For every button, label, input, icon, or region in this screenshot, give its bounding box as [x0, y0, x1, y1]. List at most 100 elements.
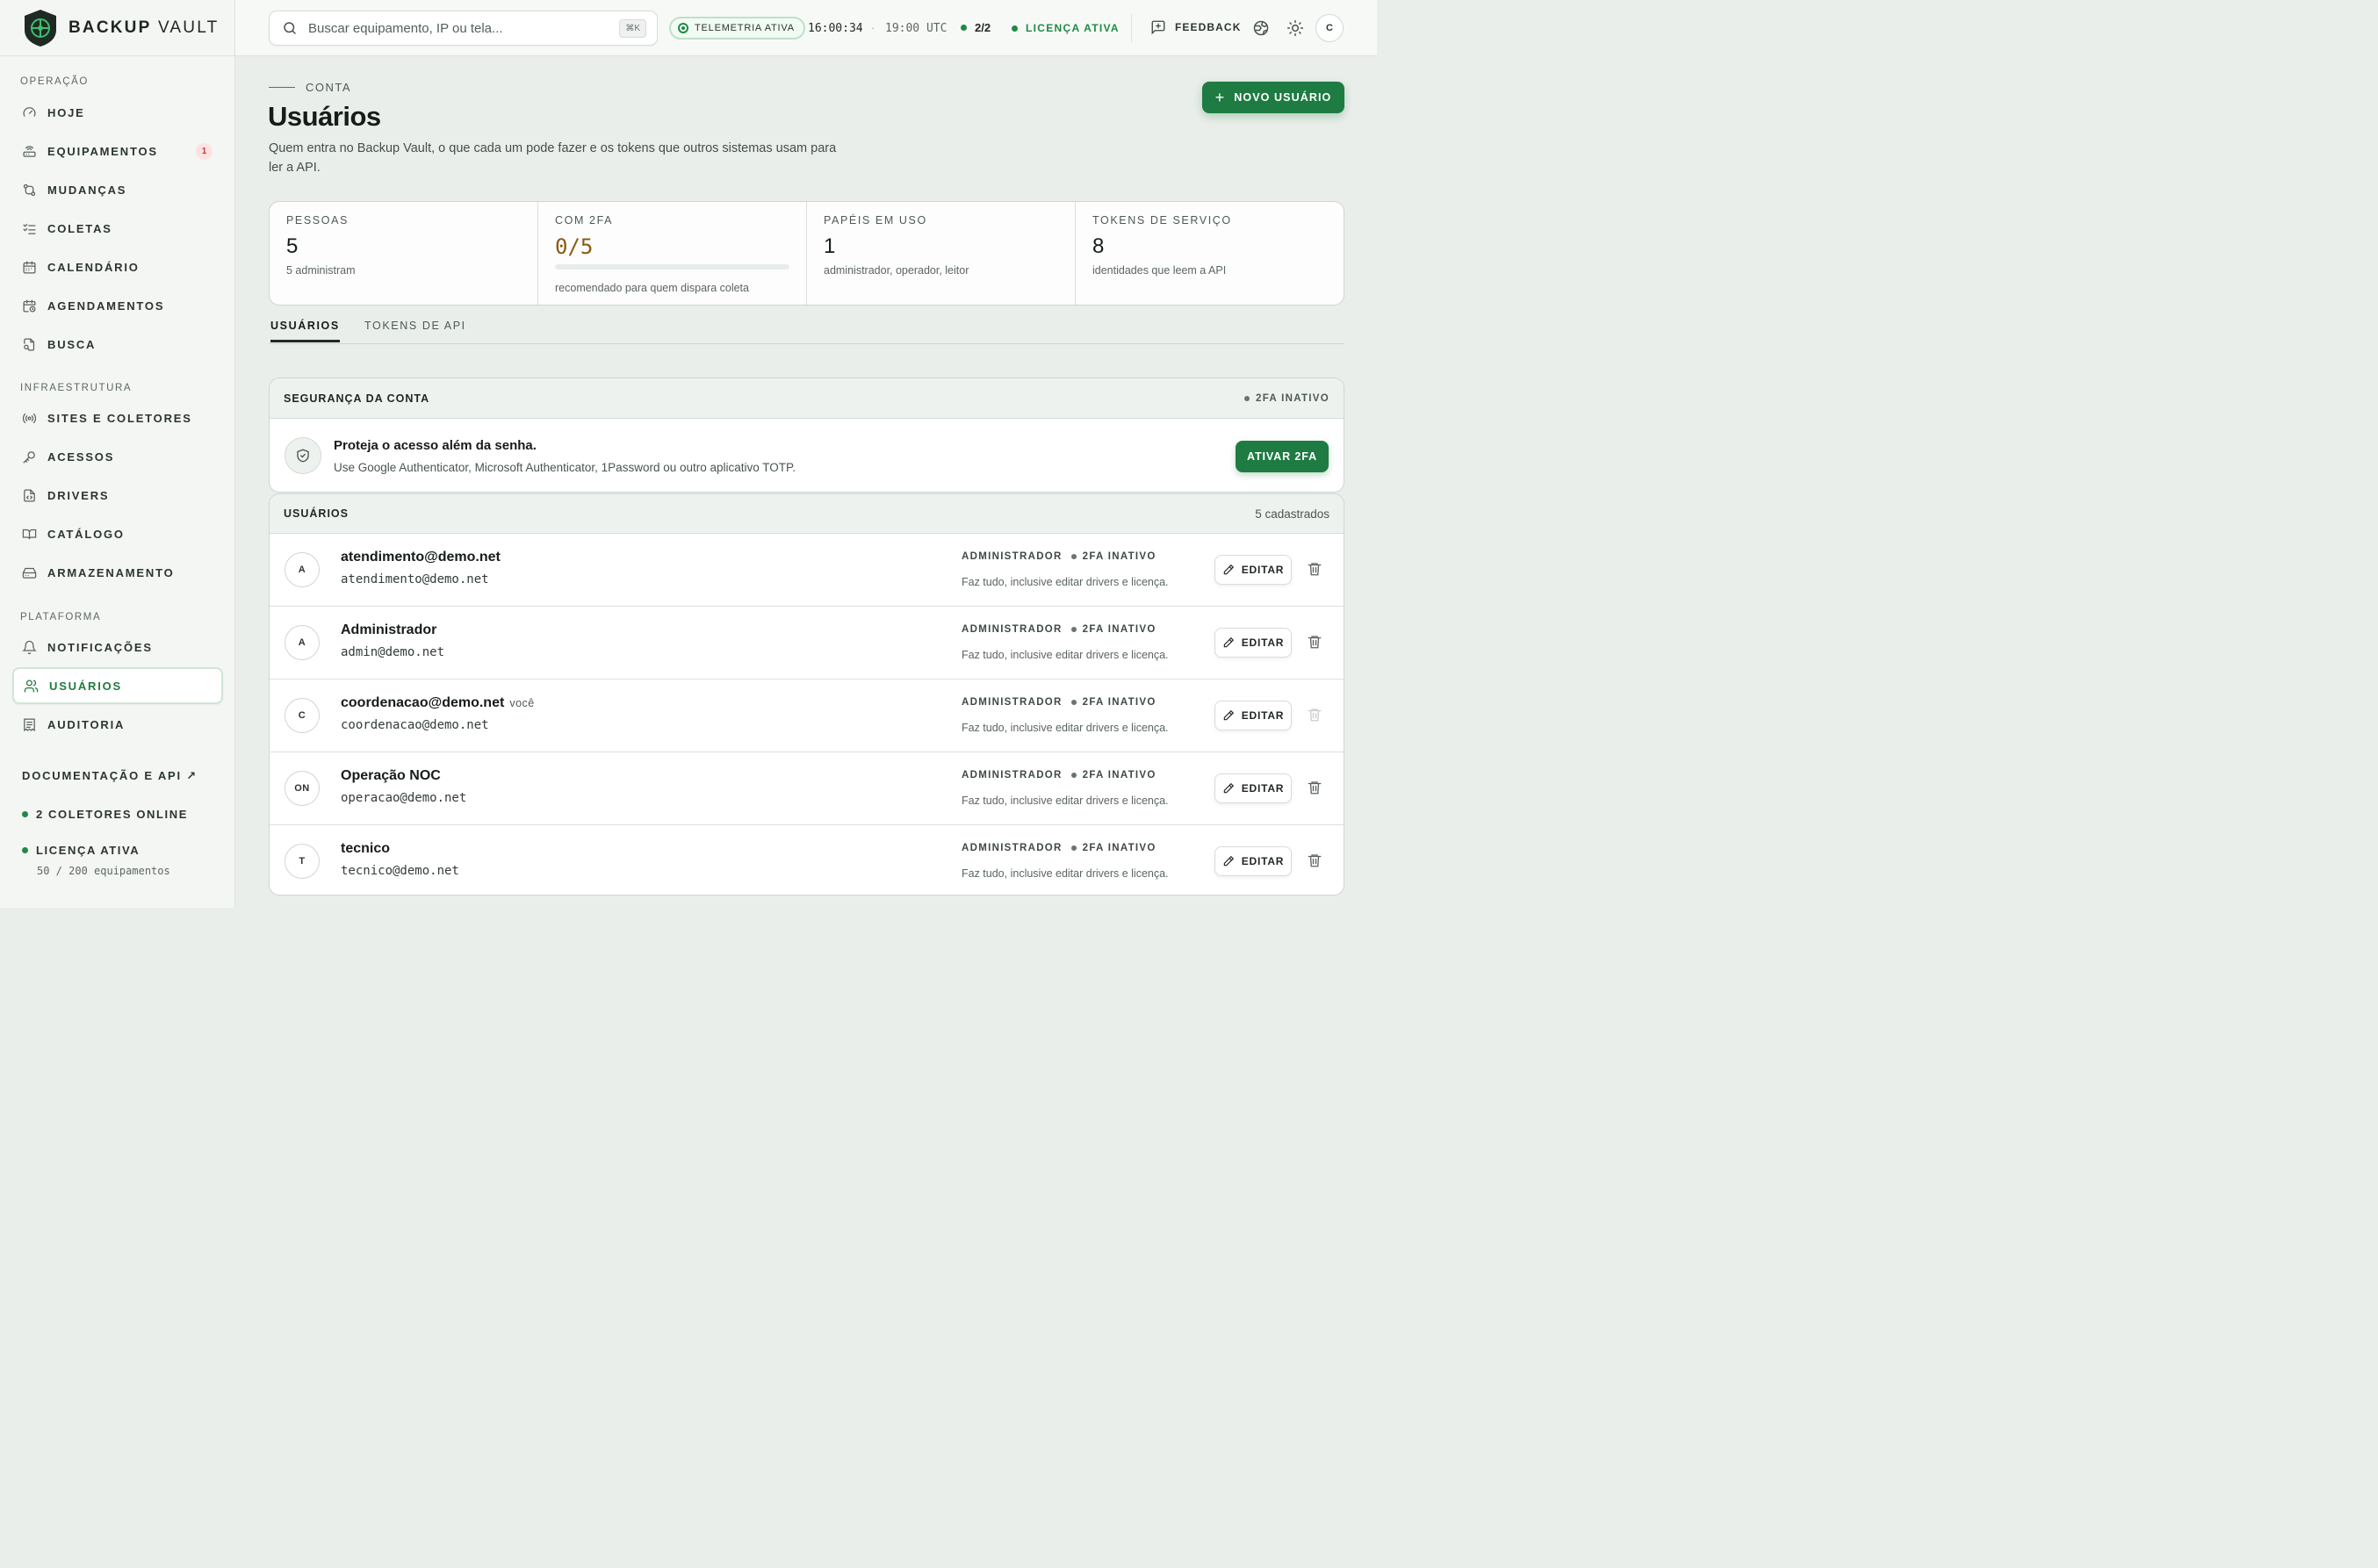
edit-label: EDITAR — [1241, 709, 1285, 722]
edit-label: EDITAR — [1241, 637, 1285, 649]
twofa-status: 2FA INATIVO — [1082, 624, 1157, 635]
edit-user-button[interactable]: EDITAR — [1214, 846, 1292, 876]
stats-panel: PESSOAS 5 5 administram COM 2FA 0/5 reco… — [269, 201, 1344, 306]
globe-icon[interactable] — [1252, 19, 1270, 37]
twofa-progress-bar — [555, 264, 789, 270]
receipt-icon — [22, 717, 37, 732]
users-count: 5 cadastrados — [1255, 507, 1330, 521]
tab-usuarios[interactable]: USUÁRIOS — [270, 320, 340, 342]
stat-value: 8 — [1092, 234, 1105, 258]
role-label: ADMINISTRADOR — [962, 551, 1063, 562]
sidebar-item-catalogo[interactable]: CATÁLOGO — [12, 516, 223, 551]
role-label: ADMINISTRADOR — [962, 624, 1063, 635]
stat-value: 5 — [286, 234, 299, 258]
stat-label: COM 2FA — [555, 214, 614, 227]
license-status-top: LICENÇA ATIVA — [1012, 22, 1120, 34]
pencil-icon — [1222, 709, 1235, 722]
pencil-icon — [1222, 855, 1235, 867]
sidebar-item-drivers[interactable]: DRIVERS — [12, 478, 223, 513]
eyebrow-line — [269, 86, 295, 89]
stat-pessoas: PESSOAS 5 5 administram — [270, 202, 538, 305]
user-name: Administrador — [341, 622, 437, 637]
search-shortcut-hint: ⌘K — [619, 18, 646, 38]
account-security-card: SEGURANÇA DA CONTA 2FA INATIVO Proteja o… — [269, 378, 1344, 493]
edit-user-button[interactable]: EDITAR — [1214, 555, 1292, 585]
stat-papeis: PAPÉIS EM USO 1 administrador, operador,… — [807, 202, 1076, 305]
sidebar: BACKUP VAULT OPERAÇÃO HOJE EQUIPAMENTOS … — [0, 0, 235, 908]
collectors-ratio: 2/2 — [961, 21, 991, 34]
card-header: SEGURANÇA DA CONTA 2FA INATIVO — [270, 378, 1344, 419]
stat-tokens: TOKENS DE SERVIÇO 8 identidades que leem… — [1076, 202, 1344, 305]
sidebar-item-mudancas[interactable]: MUDANÇAS — [12, 172, 223, 207]
user-name: Operação NOC — [341, 768, 441, 783]
status-dot-icon — [1244, 395, 1250, 401]
search-box[interactable]: ⌘K — [269, 11, 658, 46]
edit-user-button[interactable]: EDITAR — [1214, 628, 1292, 658]
sidebar-item-hoje[interactable]: HOJE — [12, 95, 223, 130]
sun-icon[interactable] — [1286, 19, 1304, 37]
sidebar-item-armazenamento[interactable]: ARMAZENAMENTO — [12, 555, 223, 590]
online-dot-icon — [22, 811, 28, 817]
trash-icon[interactable] — [1307, 634, 1322, 650]
search-input[interactable] — [308, 20, 620, 36]
message-plus-icon — [1151, 20, 1165, 35]
plus-icon: + — [1214, 88, 1226, 106]
sidebar-item-calendario[interactable]: CALENDÁRIO — [12, 249, 223, 284]
role-label: ADMINISTRADOR — [962, 697, 1063, 708]
sidebar-item-sites-coletores[interactable]: SITES E COLETORES — [12, 400, 223, 435]
enable-2fa-button[interactable]: ATIVAR 2FA — [1236, 441, 1329, 472]
status-dot-icon — [1070, 554, 1077, 559]
sidebar-item-auditoria[interactable]: AUDITORIA — [12, 707, 223, 742]
tab-tokens-api[interactable]: TOKENS DE API — [364, 320, 466, 340]
sidebar-item-coletas[interactable]: COLETAS — [12, 211, 223, 246]
sidebar-item-busca[interactable]: BUSCA — [12, 327, 223, 362]
avatar: A — [285, 625, 320, 660]
file-code-icon — [22, 488, 37, 503]
trash-icon[interactable] — [1307, 561, 1322, 577]
user-email: coordenacao@demo.net — [341, 718, 489, 732]
license-dot-icon — [22, 847, 28, 853]
edit-user-button[interactable]: EDITAR — [1214, 701, 1292, 730]
brand[interactable]: BACKUP VAULT — [0, 0, 234, 56]
twofa-status-badge: 2FA INATIVO — [1244, 393, 1330, 404]
storage-icon — [22, 565, 37, 580]
trash-icon[interactable] — [1307, 780, 1322, 795]
sidebar-item-usuarios[interactable]: USUÁRIOS — [12, 667, 223, 704]
user-row: A Administrador admin@demo.net ADMINISTR… — [270, 607, 1344, 680]
telemetry-ring-icon — [678, 23, 688, 33]
docs-api-link[interactable]: DOCUMENTAÇÃO E API ↗ — [22, 769, 198, 783]
stat-value: 1 — [824, 234, 836, 258]
user-name: coordenacao@demo.net você — [341, 695, 535, 710]
edit-label: EDITAR — [1241, 855, 1285, 867]
sidebar-item-agendamentos[interactable]: AGENDAMENTOS — [12, 288, 223, 323]
git-compare-icon — [22, 183, 37, 198]
trash-icon[interactable] — [1307, 852, 1322, 868]
sidebar-item-notificacoes[interactable]: NOTIFICAÇÕES — [12, 629, 223, 665]
router-icon — [22, 144, 37, 159]
user-email: admin@demo.net — [341, 645, 445, 659]
new-user-button[interactable]: + NOVO USUÁRIO — [1202, 82, 1344, 113]
avatar: ON — [285, 771, 320, 806]
sidebar-item-equipamentos[interactable]: EQUIPAMENTOS 1 — [12, 133, 223, 169]
user-row: A atendimento@demo.net atendimento@demo.… — [270, 534, 1344, 607]
stat-sub: administrador, operador, leitor — [824, 264, 969, 277]
topbar: ⌘K TELEMETRIA ATIVA 16:00:34 · 19:00 UTC… — [235, 0, 1377, 56]
avatar: C — [285, 698, 320, 733]
list-check-icon — [22, 221, 37, 236]
nav-section-infraestrutura: INFRAESTRUTURA — [20, 383, 133, 393]
edit-user-button[interactable]: EDITAR — [1214, 773, 1292, 803]
user-row: ON Operação NOC operacao@demo.net ADMINI… — [270, 752, 1344, 825]
status-dot-icon — [1070, 627, 1077, 632]
user-avatar-button[interactable]: C — [1315, 14, 1344, 42]
sidebar-item-acessos[interactable]: ACESSOS — [12, 439, 223, 474]
utc-clock: 19:00 UTC — [885, 22, 948, 35]
users-list: A atendimento@demo.net atendimento@demo.… — [270, 534, 1344, 895]
user-name: atendimento@demo.net — [341, 550, 501, 565]
bell-icon — [22, 640, 37, 655]
edit-label: EDITAR — [1241, 564, 1285, 576]
feedback-button[interactable]: FEEDBACK — [1150, 19, 1241, 35]
user-role: ADMINISTRADOR 2FA INATIVO — [962, 624, 1157, 635]
stat-label: PAPÉIS EM USO — [824, 214, 927, 227]
telemetry-status-pill[interactable]: TELEMETRIA ATIVA — [669, 17, 805, 40]
nav-section-operacao: OPERAÇÃO — [20, 76, 89, 87]
